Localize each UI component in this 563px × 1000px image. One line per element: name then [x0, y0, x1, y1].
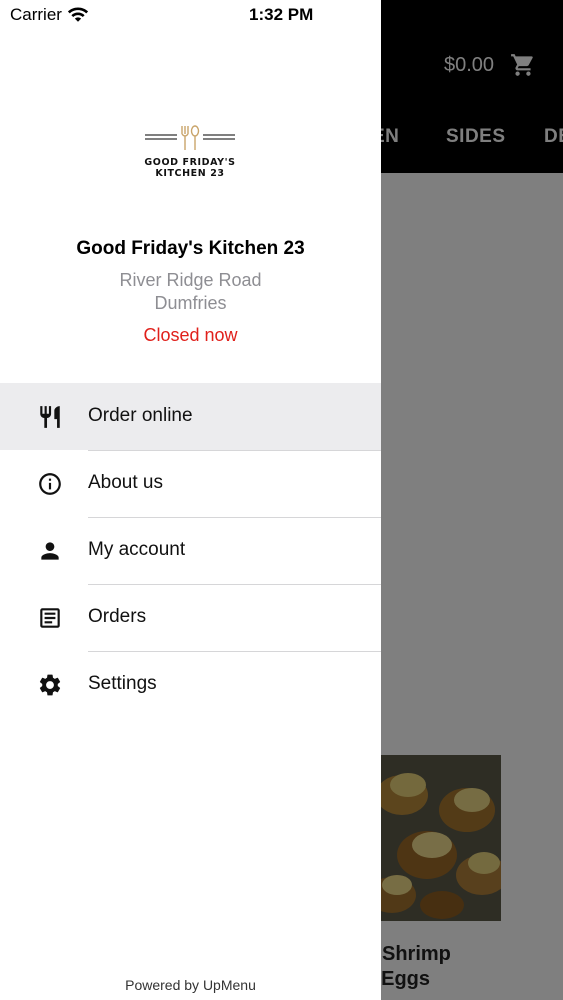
wifi-icon	[67, 7, 89, 22]
status-bar: Carrier 1:32 PM	[0, 0, 381, 30]
restaurant-logo: GOOD FRIDAY'S KITCHEN 23	[140, 122, 240, 182]
gear-icon	[39, 674, 61, 696]
logo-text: GOOD FRIDAY'S	[144, 157, 236, 168]
menu-item-label: Settings	[88, 673, 157, 694]
menu-item-order-online[interactable]: Order online	[0, 383, 381, 450]
clock: 1:32 PM	[249, 5, 314, 24]
address-street: River Ridge Road	[119, 270, 262, 290]
menu-item-my-account[interactable]: My account	[0, 517, 381, 584]
navigation-drawer: Carrier 1:32 PM GOOD FRIDAY'S KITCHEN 23…	[0, 0, 381, 1000]
logo-cutlery-icon	[145, 125, 235, 150]
info-icon	[39, 473, 61, 495]
restaurant-name: Good Friday's Kitchen 23	[76, 238, 305, 259]
menu-item-label: Order online	[88, 405, 193, 426]
menu-item-settings[interactable]: Settings	[0, 651, 381, 718]
open-status: Closed now	[143, 325, 238, 345]
cutlery-icon	[40, 406, 60, 428]
carrier-label: Carrier	[10, 5, 62, 24]
receipt-icon	[40, 608, 60, 628]
menu-item-label: About us	[88, 472, 163, 493]
menu-item-label: Orders	[88, 606, 147, 627]
menu-item-orders[interactable]: Orders	[0, 584, 381, 651]
menu-item-label: My account	[88, 539, 186, 560]
address-city: Dumfries	[154, 293, 227, 313]
powered-by-footer[interactable]: Powered by UpMenu	[0, 977, 381, 993]
logo-text: KITCHEN 23	[155, 168, 225, 179]
person-icon	[41, 542, 59, 560]
menu-item-about-us[interactable]: About us	[0, 450, 381, 517]
